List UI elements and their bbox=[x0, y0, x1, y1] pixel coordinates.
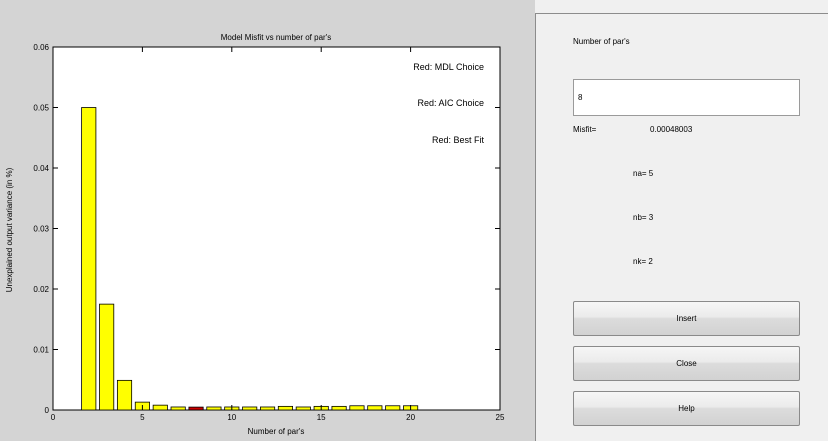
y-tick-label: 0 bbox=[45, 406, 50, 415]
x-tick-label: 10 bbox=[227, 413, 236, 422]
y-tick-label: 0.06 bbox=[33, 43, 49, 52]
y-tick-label: 0.02 bbox=[33, 285, 49, 294]
control-panel: Number of par's Misfit= 0.00048003 na= 5… bbox=[535, 13, 828, 441]
bar-8 bbox=[188, 406, 204, 411]
bar-19 bbox=[385, 405, 401, 411]
nb-value: nb= 3 bbox=[633, 213, 654, 222]
bar-4 bbox=[116, 379, 133, 411]
y-axis-label: Unexplained output variance (in %) bbox=[5, 167, 14, 292]
x-tick-label: 15 bbox=[317, 413, 326, 422]
x-tick-label: 25 bbox=[496, 413, 505, 422]
y-tick-label: 0.01 bbox=[33, 346, 49, 355]
chart-title: Model Misfit vs number of par's bbox=[221, 33, 331, 42]
help-button[interactable]: Help bbox=[573, 391, 800, 426]
bar-16 bbox=[331, 405, 347, 411]
number-of-pars-label: Number of par's bbox=[573, 37, 630, 46]
close-button[interactable]: Close bbox=[573, 346, 800, 381]
bar-17 bbox=[349, 405, 365, 411]
na-value: na= 5 bbox=[633, 169, 654, 178]
bar-14 bbox=[295, 406, 311, 411]
bar-9 bbox=[206, 406, 222, 411]
bar-3 bbox=[99, 303, 115, 411]
misfit-value: 0.00048003 bbox=[650, 125, 693, 134]
x-axis-label: Number of par's bbox=[248, 427, 305, 436]
bar-12 bbox=[260, 406, 276, 411]
legend-best-fit: Red: Best Fit bbox=[432, 135, 485, 145]
bar-2 bbox=[81, 107, 97, 411]
x-tick-label: 20 bbox=[406, 413, 415, 422]
bar-7 bbox=[170, 406, 186, 411]
x-tick-label: 5 bbox=[140, 413, 145, 422]
bar-18 bbox=[367, 405, 383, 411]
bar-11 bbox=[242, 406, 258, 411]
y-tick-label: 0.04 bbox=[33, 164, 49, 173]
plot-pane: 0 5 10 15 20 25 0 0.01 0.02 0.03 0.04 0.05 0.06 Mode… bbox=[0, 0, 535, 441]
legend-aic-choice: Red: AIC Choice bbox=[417, 98, 484, 108]
bar-13 bbox=[277, 405, 293, 411]
number-of-pars-input[interactable] bbox=[573, 79, 800, 116]
misfit-label: Misfit= bbox=[573, 125, 597, 134]
x-tick-label: 0 bbox=[51, 413, 56, 422]
insert-button[interactable]: Insert bbox=[573, 301, 800, 336]
y-tick-label: 0.03 bbox=[33, 225, 49, 234]
nk-value: nk= 2 bbox=[633, 257, 653, 266]
y-tick-label: 0.05 bbox=[33, 104, 49, 113]
bar-6 bbox=[152, 404, 168, 411]
misfit-bar-chart[interactable]: 0 5 10 15 20 25 0 0.01 0.02 0.03 0.04 0.05 0.06 Mode… bbox=[0, 0, 535, 441]
legend-mdl-choice: Red: MDL Choice bbox=[413, 62, 484, 72]
